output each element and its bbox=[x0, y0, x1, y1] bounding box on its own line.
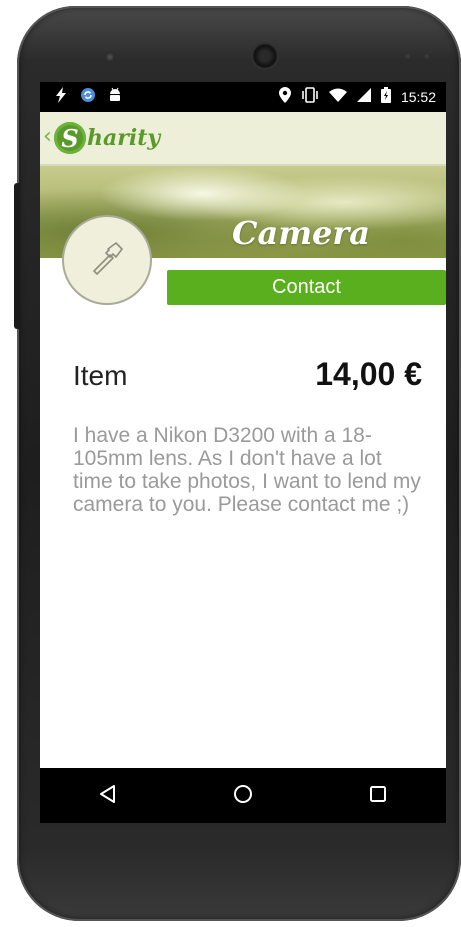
nav-recents-button[interactable] bbox=[348, 776, 408, 816]
hammer-icon bbox=[86, 237, 128, 283]
recents-square-icon bbox=[368, 784, 388, 808]
home-circle-icon bbox=[232, 783, 254, 809]
item-title: Camera bbox=[231, 214, 370, 252]
sync-icon bbox=[80, 87, 96, 107]
proximity-sensor: ● ● bbox=[405, 53, 436, 60]
item-description: I have a Nikon D3200 with a 18-105mm len… bbox=[73, 424, 421, 516]
nav-home-button[interactable] bbox=[213, 776, 273, 816]
logo-initial: S bbox=[54, 122, 86, 154]
app-logo[interactable]: S harity bbox=[54, 120, 160, 156]
logo-text: harity bbox=[87, 125, 161, 151]
status-bar: 15:52 bbox=[40, 82, 446, 112]
item-type-label: Item bbox=[73, 360, 128, 391]
category-avatar bbox=[62, 215, 152, 305]
wifi-icon bbox=[328, 88, 347, 106]
android-icon bbox=[108, 87, 122, 107]
back-chevron-icon[interactable]: ‹ bbox=[43, 124, 52, 149]
vibrate-icon bbox=[301, 87, 319, 107]
status-time: 15:52 bbox=[400, 89, 436, 105]
app-bar: ‹ S harity bbox=[40, 112, 446, 166]
screen: 15:52 ‹ S harity Camera Contact Item 14,… bbox=[40, 82, 446, 823]
location-pin-icon bbox=[278, 87, 291, 107]
nav-back-button[interactable] bbox=[78, 776, 138, 816]
front-sensor bbox=[105, 52, 115, 62]
item-price: 14,00 € bbox=[315, 356, 422, 392]
side-power-button bbox=[14, 183, 20, 329]
charging-bolt-icon bbox=[54, 87, 68, 107]
front-camera bbox=[253, 44, 277, 68]
signal-icon bbox=[356, 88, 371, 106]
contact-button[interactable]: Contact bbox=[167, 270, 446, 305]
battery-icon bbox=[380, 87, 391, 107]
system-nav-bar bbox=[40, 768, 446, 823]
back-triangle-icon bbox=[97, 783, 119, 809]
